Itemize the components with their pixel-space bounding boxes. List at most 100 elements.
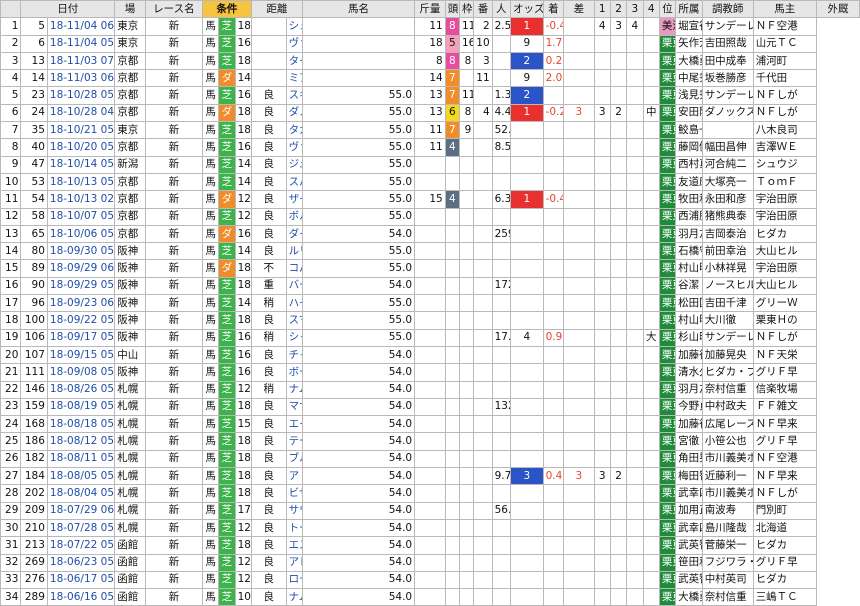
race-date[interactable]: 18-09/15 05	[46, 345, 116, 365]
race-date[interactable]: 18-09/23 06	[46, 294, 116, 313]
col-outside-stable[interactable]: 外厩	[815, 0, 860, 19]
table-row[interactable]: 2214618-08/26 05札幌新馬芝1200稍ナムラボーナス54.0 栗東羽…	[0, 380, 860, 399]
col-pos3[interactable]: 3	[626, 0, 644, 19]
horse-name[interactable]: ナムラシェパード	[285, 588, 303, 606]
horse-name[interactable]: シュヴァルツリーゼ	[285, 17, 303, 36]
race-date[interactable]: 18-07/29 06	[46, 501, 116, 520]
race-date[interactable]: 18-08/19 05	[46, 397, 116, 417]
table-row[interactable]: 2618218-08/11 05札幌新馬芝1800良ブループランク54.0 栗東角…	[0, 449, 860, 469]
race-date[interactable]: 18-09/29 05	[46, 276, 116, 296]
race-date[interactable]: 18-11/03 07	[46, 51, 116, 71]
table-row[interactable]: 3226918-06/23 05函館新馬芝1200良アレーテス54.0 栗東笹田和…	[0, 553, 860, 572]
table-row[interactable]: 2518618-08/12 05札幌新馬芝1800良テーオートレジャー54.0 栗…	[0, 432, 860, 451]
col-stable[interactable]: 所属	[675, 0, 703, 19]
table-row[interactable]: 2315918-08/19 05札幌新馬芝1800良マサハヤブリュッヘ54.0 1…	[0, 397, 860, 417]
horse-name[interactable]: タイセイドレッサー	[285, 51, 303, 71]
col-horse-name[interactable]: 馬名	[301, 0, 416, 19]
table-row[interactable]: 169018-09/29 05阪神新馬芝1800外重バーンスター54.0 172.…	[0, 276, 860, 296]
table-row[interactable]: 115418-10/13 02京都新馬ダ1200良ザイツィンガー55.0154 6…	[0, 190, 860, 209]
race-date[interactable]: 18-06/16 05	[46, 588, 116, 606]
race-date[interactable]: 18-10/13 02	[46, 190, 116, 209]
col-race-name[interactable]: レース名	[144, 0, 203, 19]
col-pos1[interactable]: 1	[593, 0, 611, 19]
horse-name[interactable]: ヴァンケドミンゴ	[285, 138, 303, 157]
race-date[interactable]: 18-07/22 05	[46, 536, 116, 555]
race-date[interactable]: 18-07/28 05	[46, 518, 116, 538]
col-owner[interactable]: 馬主	[752, 0, 817, 19]
table-row[interactable]: 2010718-09/15 05中山新馬芝1600外良チャビ54.0 栗東加藤征弘…	[0, 345, 860, 365]
race-date[interactable]: 18-10/06 05	[46, 224, 116, 244]
table-row[interactable]: 1810018-09/22 05阪神新馬芝1800良スマートローガン55.0 栗東…	[0, 311, 860, 330]
table-row[interactable]: 3121318-07/22 05函館新馬芝1800良エスケーエリス54.0 栗東武…	[0, 536, 860, 555]
horse-name[interactable]: スキッピングロック	[285, 86, 303, 105]
table-row[interactable]: 2416818-08/18 05札幌新馬芝1500良エイシンジェーナ54.0 栗東…	[0, 415, 860, 434]
race-date[interactable]: 18-11/04 05	[46, 34, 116, 53]
table-row[interactable]: 73518-10/21 05東京新馬芝1800外良タガノディアマンテ55.011…	[0, 121, 860, 140]
table-row[interactable]: 31318-11/03 07京都新馬芝1800外タイセイドレッサー888320.…	[0, 51, 860, 71]
table-row[interactable]: 2618-11/04 05東京新馬芝1600 ヴァイオリンソナタ 1851610 91…	[0, 34, 860, 53]
table-row[interactable]: 1518-11/04 06東京新馬芝1800シュヴァルツリーゼ1181122.5…	[0, 17, 860, 36]
horse-name[interactable]: エスケーエリス	[285, 536, 303, 555]
horse-name[interactable]: ボルンカズマ	[285, 207, 303, 226]
col-margin[interactable]: 差	[563, 0, 595, 19]
race-date[interactable]: 18-08/12 05	[46, 432, 116, 451]
race-date[interactable]: 18-08/05 05	[46, 467, 116, 486]
horse-name[interactable]: バーンスター	[285, 276, 303, 296]
col-rank[interactable]: 位	[658, 0, 677, 19]
race-date[interactable]: 18-09/17 05	[46, 328, 116, 347]
race-date[interactable]: 18-06/17 05	[46, 570, 116, 590]
horse-name[interactable]: ダノンスプレンダー	[285, 103, 303, 123]
horse-name[interactable]: スマートローガン	[285, 311, 303, 330]
table-row[interactable]: 158918-09/29 06阪神新馬ダ1800不コパノジョウオー55.0 栗東村…	[0, 259, 860, 278]
race-date[interactable]: 18-09/29 06	[46, 259, 116, 278]
race-date[interactable]: 18-09/08 05	[46, 363, 116, 382]
table-row[interactable]: 2111118-09/08 05阪神新馬芝1600外良ボーズキャット54.0 栗東…	[0, 363, 860, 382]
col-venue[interactable]: 場	[114, 0, 146, 19]
race-date[interactable]: 18-08/26 05	[46, 380, 116, 399]
horse-name[interactable]: ボーズキャット	[285, 363, 303, 382]
col-finish[interactable]: 着	[542, 0, 565, 19]
horse-name[interactable]: トーセンベリーニ	[285, 518, 303, 538]
horse-name[interactable]: アドマイヤリーブラ	[285, 467, 303, 486]
race-date[interactable]: 18-10/28 05	[46, 86, 116, 105]
race-date[interactable]: 18-08/11 05	[46, 449, 116, 469]
horse-name[interactable]: ヴァイオリンソナタ	[285, 34, 303, 53]
horse-name[interactable]: スパンキーワールド	[285, 172, 303, 192]
col-popularity[interactable]: 人	[491, 0, 511, 19]
race-date[interactable]: 18-08/04 05	[46, 484, 116, 503]
table-row[interactable]: 3327618-06/17 05函館新馬芝1200良ローザノワール54.0 栗東武…	[0, 570, 860, 590]
race-date[interactable]: 18-09/22 05	[46, 311, 116, 330]
horse-name[interactable]: シャムラマート	[285, 328, 303, 347]
table-row[interactable]: 3428918-06/16 05函館新馬芝1000良ナムラシェパード54.0 栗東…	[0, 588, 860, 606]
table-row[interactable]: 84018-10/20 05京都新馬芝1600良ヴァンケドミンゴ55.0114 8…	[0, 138, 860, 157]
table-row[interactable]: 1910618-09/17 05阪神新馬芝1600稍シャムラマート55.0 17.…	[0, 328, 860, 347]
horse-name[interactable]: チャビ	[285, 345, 303, 365]
table-row[interactable]: 94718-10/14 05新潟新馬芝1400良ジュンユウゴー55.0 栗東西村真…	[0, 155, 860, 174]
col-odds[interactable]: オッズ	[509, 0, 544, 19]
race-date[interactable]: 18-11/04 06	[46, 17, 116, 36]
col-weight[interactable]: 斤量	[414, 0, 446, 19]
horse-name[interactable]: ローザノワール	[285, 570, 303, 590]
race-date[interactable]: 18-09/30 05	[46, 242, 116, 261]
col-distance[interactable]: 距離	[250, 0, 303, 19]
horse-name[interactable]: テーオートレジャー	[285, 432, 303, 451]
horse-name[interactable]: アレーテス	[285, 553, 303, 572]
table-row[interactable]: 105318-10/13 05京都新馬芝1400良スパンキーワールド55.0 栗東…	[0, 172, 860, 192]
table-row[interactable]: 125818-10/07 05京都新馬芝1200良ボルンカズマ55.0 栗東西浦勝…	[0, 207, 860, 226]
horse-name[interactable]: エイシンジェーナ	[285, 415, 303, 434]
horse-name[interactable]: ナムラボーナス	[285, 380, 303, 399]
horse-name[interactable]: ブループランク	[285, 449, 303, 469]
col-runners[interactable]: 頭	[444, 0, 460, 19]
race-date[interactable]: 18-08/18 05	[46, 415, 116, 434]
horse-name[interactable]: ダイヤーズブルーム	[285, 224, 303, 244]
col-trainer[interactable]: 調教師	[701, 0, 754, 19]
horse-name[interactable]: サウスグラストップ	[285, 501, 303, 520]
table-row[interactable]: 136518-10/06 05京都新馬ダ1600良ダイヤーズブルーム54.0 25…	[0, 224, 860, 244]
horse-name[interactable]: コパノジョウオー	[285, 259, 303, 278]
table-row[interactable]: 2820218-08/04 05札幌新馬芝1800良ビザノメタルシティ54.0 栗…	[0, 484, 860, 503]
race-date[interactable]: 18-10/07 05	[46, 207, 116, 226]
race-date[interactable]: 18-06/23 05	[46, 553, 116, 572]
table-row[interactable]: 52318-10/28 05京都新馬芝1600良スキッピングロック55.0137…	[0, 86, 860, 105]
table-row[interactable]: 62418-10/28 04京都新馬ダ1800良ダノンスプレンダー55.0136…	[0, 103, 860, 123]
race-date[interactable]: 18-10/21 05	[46, 121, 116, 140]
